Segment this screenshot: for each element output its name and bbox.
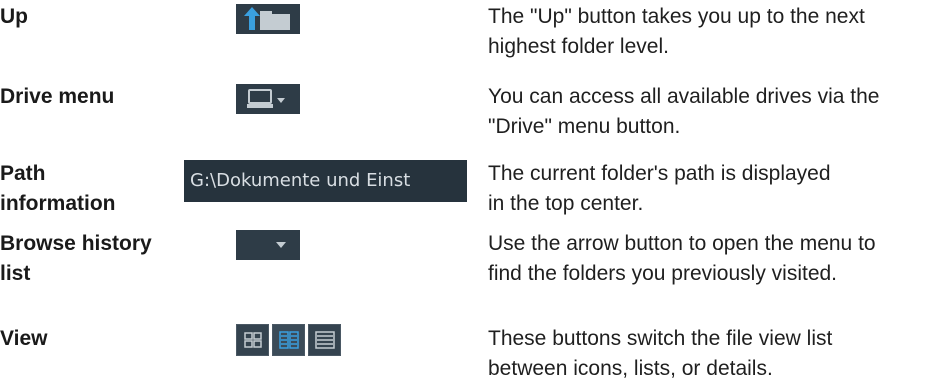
desc-up-line2: highest folder level. [488,35,669,58]
details-view-button[interactable] [308,324,341,356]
term-up: Up [0,5,28,28]
term-drive-menu: Drive menu [0,85,115,108]
details-view-icon [314,331,335,349]
desc-drive-line2: "Drive" menu button. [488,115,681,138]
icons-view-icon [243,332,262,348]
drive-menu-button[interactable] [236,84,300,114]
drive-icon [247,89,285,108]
desc-up-line1: The "Up" button takes you up to the next [488,5,865,28]
term-path-line1: Path [0,162,46,185]
up-button[interactable] [236,4,300,34]
path-display[interactable]: G:\Dokumente und Einst [184,160,467,202]
list-view-icon [278,331,299,349]
term-view: View [0,327,48,350]
list-view-button[interactable] [272,324,305,356]
browse-history-dropdown-button[interactable] [236,230,300,260]
view-button-group [236,324,341,356]
desc-path-line1: The current folder's path is displayed [488,162,831,185]
desc-view-line1: These buttons switch the file view list [488,327,833,350]
folder-up-icon [244,7,290,30]
desc-view-line2: between icons, lists, or details. [488,357,773,380]
icons-view-button[interactable] [236,324,269,356]
term-history-line2: list [0,262,31,285]
desc-drive-line1: You can access all available drives via … [488,85,880,108]
desc-history-line1: Use the arrow button to open the menu to [488,232,876,255]
term-path-line2: information [0,192,116,215]
dropdown-arrow-icon [276,242,286,248]
desc-path-line2: in the top center. [488,192,644,215]
term-history-line1: Browse history [0,232,152,255]
desc-history-line2: find the folders you previously visited. [488,262,838,285]
